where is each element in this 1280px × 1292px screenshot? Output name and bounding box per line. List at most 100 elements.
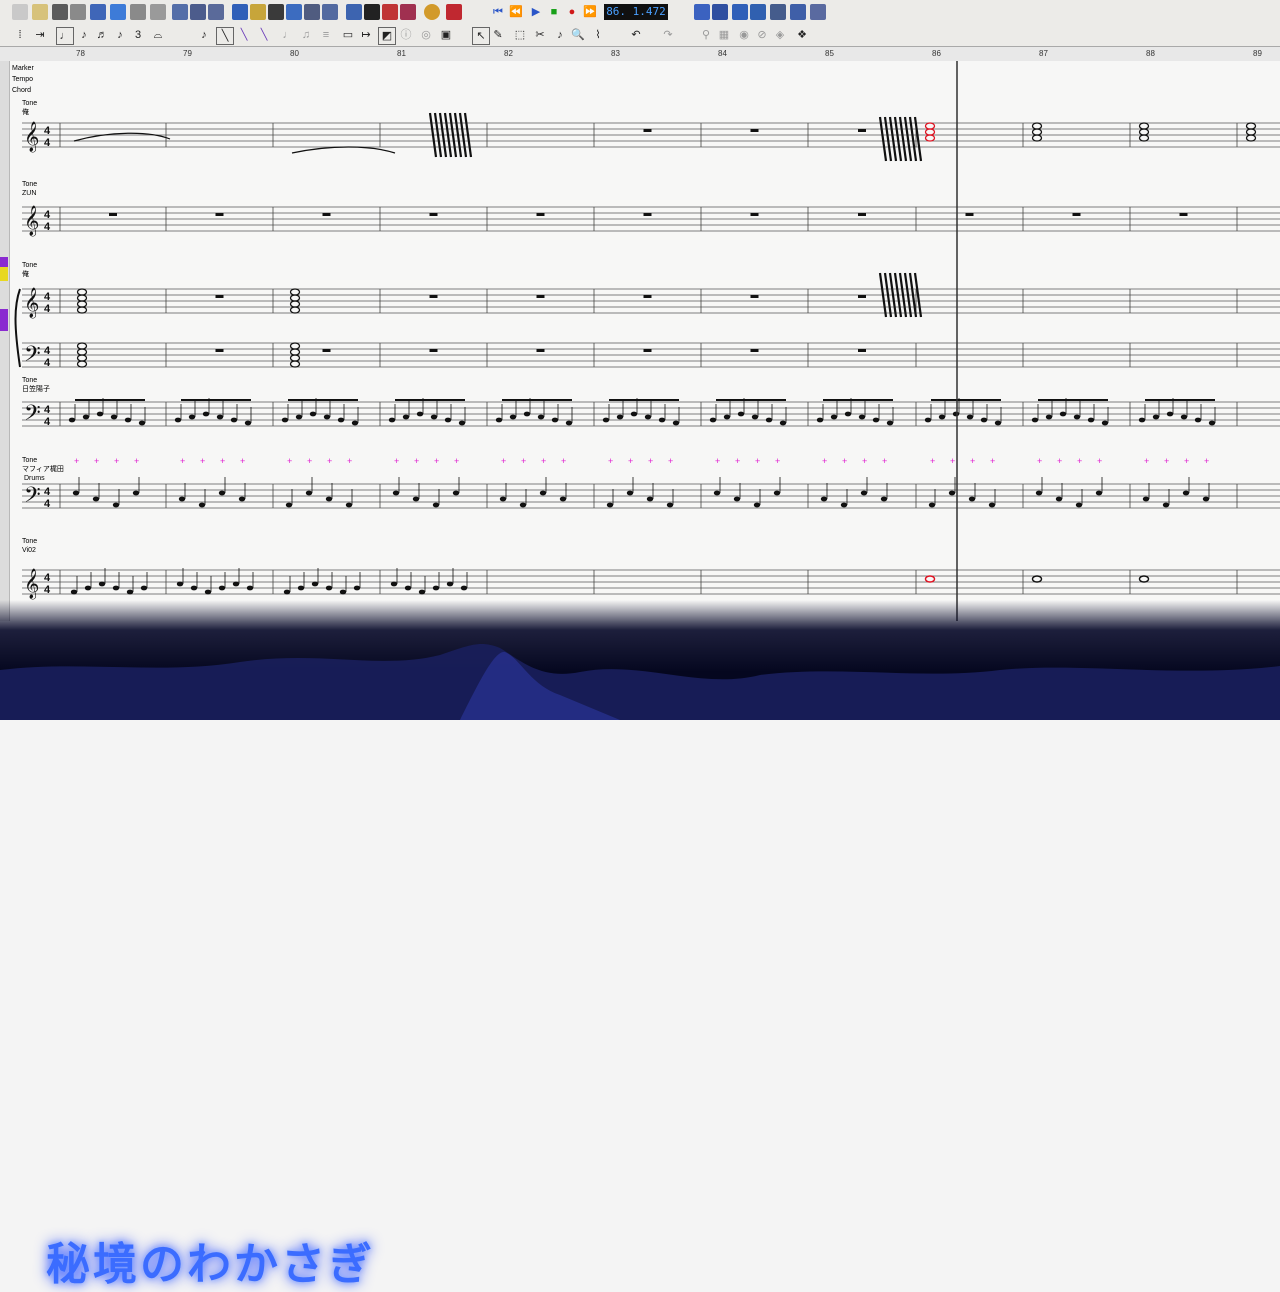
track-color-strip[interactable]: [0, 61, 10, 621]
record-icon[interactable]: ●: [564, 4, 580, 20]
time-signature: 4: [44, 404, 51, 416]
note-head: [218, 490, 226, 496]
wave-icon[interactable]: [750, 4, 766, 20]
quantize-icon[interactable]: [172, 4, 188, 20]
scissors-icon[interactable]: ✂: [532, 27, 548, 43]
note-head: [1095, 490, 1103, 496]
grid-toggle-icon[interactable]: ⁞: [12, 27, 28, 43]
chord-note: [1138, 122, 1150, 130]
note-head: [416, 411, 424, 417]
position-counter[interactable]: 86. 1.472: [604, 4, 668, 20]
drum-accent-mark: +: [94, 456, 99, 466]
metronome-icon[interactable]: [732, 4, 748, 20]
globe-icon[interactable]: [424, 4, 440, 20]
punch-icon[interactable]: [770, 4, 786, 20]
midi-in-icon[interactable]: [694, 4, 710, 20]
text-tool-icon[interactable]: ≡: [318, 27, 334, 43]
marker-tool-icon[interactable]: ◩: [378, 27, 396, 45]
circle-b-icon[interactable]: ◎: [418, 27, 434, 43]
undo-icon[interactable]: [12, 4, 28, 20]
mixer-icon[interactable]: [190, 4, 206, 20]
slash-tool-icon[interactable]: ╲: [216, 27, 234, 45]
chord-note: [1245, 134, 1257, 142]
sync-icon[interactable]: [712, 4, 728, 20]
lock-icon[interactable]: ▦: [716, 27, 732, 43]
triplet-icon[interactable]: 3: [130, 27, 146, 43]
loop-icon[interactable]: [790, 4, 806, 20]
keyboard-icon[interactable]: [400, 4, 416, 20]
stop-icon[interactable]: ■: [546, 4, 562, 20]
score-editor[interactable]: 𝄞 4 4 𝄞 4 4 𝄞 4 4 𝄢 4 4 𝄢 4 4 𝄢 4 4 𝄞 4 4 + + + + + + + + + + + + + + + + + +…: [10, 61, 1280, 621]
note-head: [202, 411, 210, 417]
note-head: [858, 414, 866, 420]
whole-note: [924, 575, 936, 583]
sliders-icon[interactable]: [208, 4, 224, 20]
measure-ruler[interactable]: 78 79 80 81 82 83 84 85 86 87 88 89: [0, 47, 1280, 62]
tie-icon[interactable]: ⌓: [150, 27, 166, 43]
quarter-note-icon[interactable]: ♩: [56, 27, 74, 45]
slur-tool-icon[interactable]: ╲: [256, 27, 272, 43]
zoom-icon[interactable]: 🔍: [570, 27, 586, 43]
guitar-icon[interactable]: [382, 4, 398, 20]
note-head: [644, 414, 652, 420]
chord-note: [76, 306, 88, 314]
link-icon[interactable]: ⚲: [698, 27, 714, 43]
drum-accent-mark: +: [970, 456, 975, 466]
eighth-note-icon[interactable]: ♪: [76, 27, 92, 43]
open-file-icon[interactable]: [32, 4, 48, 20]
note-head: [830, 414, 838, 420]
marquee-tool-icon[interactable]: ⬚: [512, 27, 528, 43]
note-head: [351, 420, 359, 426]
dotted-note-icon[interactable]: ♪: [112, 27, 128, 43]
goto-icon[interactable]: ↦: [358, 27, 374, 43]
paste-icon[interactable]: [110, 4, 126, 20]
meter-icon[interactable]: [364, 4, 380, 20]
grid-icon[interactable]: [810, 4, 826, 20]
rewind-icon[interactable]: ⏪: [508, 4, 524, 20]
redo-arrow-icon[interactable]: ↷: [660, 27, 676, 43]
pencil-tool-icon[interactable]: ✎: [490, 27, 506, 43]
note-head: [82, 414, 90, 420]
fast-forward-icon[interactable]: ⏩: [582, 4, 598, 20]
glue-icon[interactable]: ⌇: [590, 27, 606, 43]
play-icon[interactable]: ▶: [528, 4, 544, 20]
piano-roll-icon[interactable]: [268, 4, 284, 20]
page-view-icon[interactable]: [346, 4, 362, 20]
event-list-icon[interactable]: [286, 4, 302, 20]
eraser-icon[interactable]: ◈: [772, 27, 788, 43]
note-head: [112, 502, 120, 508]
lyrics-icon[interactable]: [304, 4, 320, 20]
score-canvas[interactable]: 𝄞 44𝄞 44𝄞 44𝄢 44𝄢 44𝄢 44𝄞 44 + + + + + + + + + + + + + + + + + +…: [10, 61, 1280, 621]
beam-tool-icon[interactable]: ╲: [236, 27, 252, 43]
chord-note: [289, 360, 301, 368]
circle-a-icon[interactable]: ⓘ: [398, 27, 414, 43]
tempo-view-icon[interactable]: [322, 4, 338, 20]
insert-icon[interactable]: ⇥: [32, 27, 48, 43]
cut-icon[interactable]: [90, 4, 106, 20]
undo-arrow-icon[interactable]: ↶: [628, 27, 644, 43]
staff-view-icon[interactable]: [250, 4, 266, 20]
bookmark-icon[interactable]: ❖: [794, 27, 810, 43]
chord-tool-icon[interactable]: ♫: [298, 27, 314, 43]
box-icon[interactable]: ▣: [438, 27, 454, 43]
clef-symbol: 𝄞: [24, 121, 39, 153]
properties-icon[interactable]: [150, 4, 166, 20]
select-tool-icon[interactable]: ↖: [472, 27, 490, 45]
track-view-icon[interactable]: [232, 4, 248, 20]
rest-symbol: [536, 295, 545, 298]
copy-icon[interactable]: [70, 4, 86, 20]
mute-icon[interactable]: ⊘: [754, 27, 770, 43]
rest-tool-icon[interactable]: ♩: [280, 27, 296, 43]
rewind-start-icon[interactable]: ⏮: [490, 4, 506, 20]
save-icon[interactable]: [52, 4, 68, 20]
print-icon[interactable]: [130, 4, 146, 20]
flag-icon[interactable]: [446, 4, 462, 20]
velocity-icon[interactable]: ♪: [552, 27, 568, 43]
staff-tone-label: Tone: [22, 538, 37, 545]
sixteenth-note-icon[interactable]: ♬: [94, 27, 110, 43]
note-entry-icon[interactable]: ♪: [196, 27, 212, 43]
note-head: [404, 585, 412, 591]
note-head: [1152, 414, 1160, 420]
drum-icon[interactable]: ◉: [736, 27, 752, 43]
range-icon[interactable]: ▭: [340, 27, 356, 43]
